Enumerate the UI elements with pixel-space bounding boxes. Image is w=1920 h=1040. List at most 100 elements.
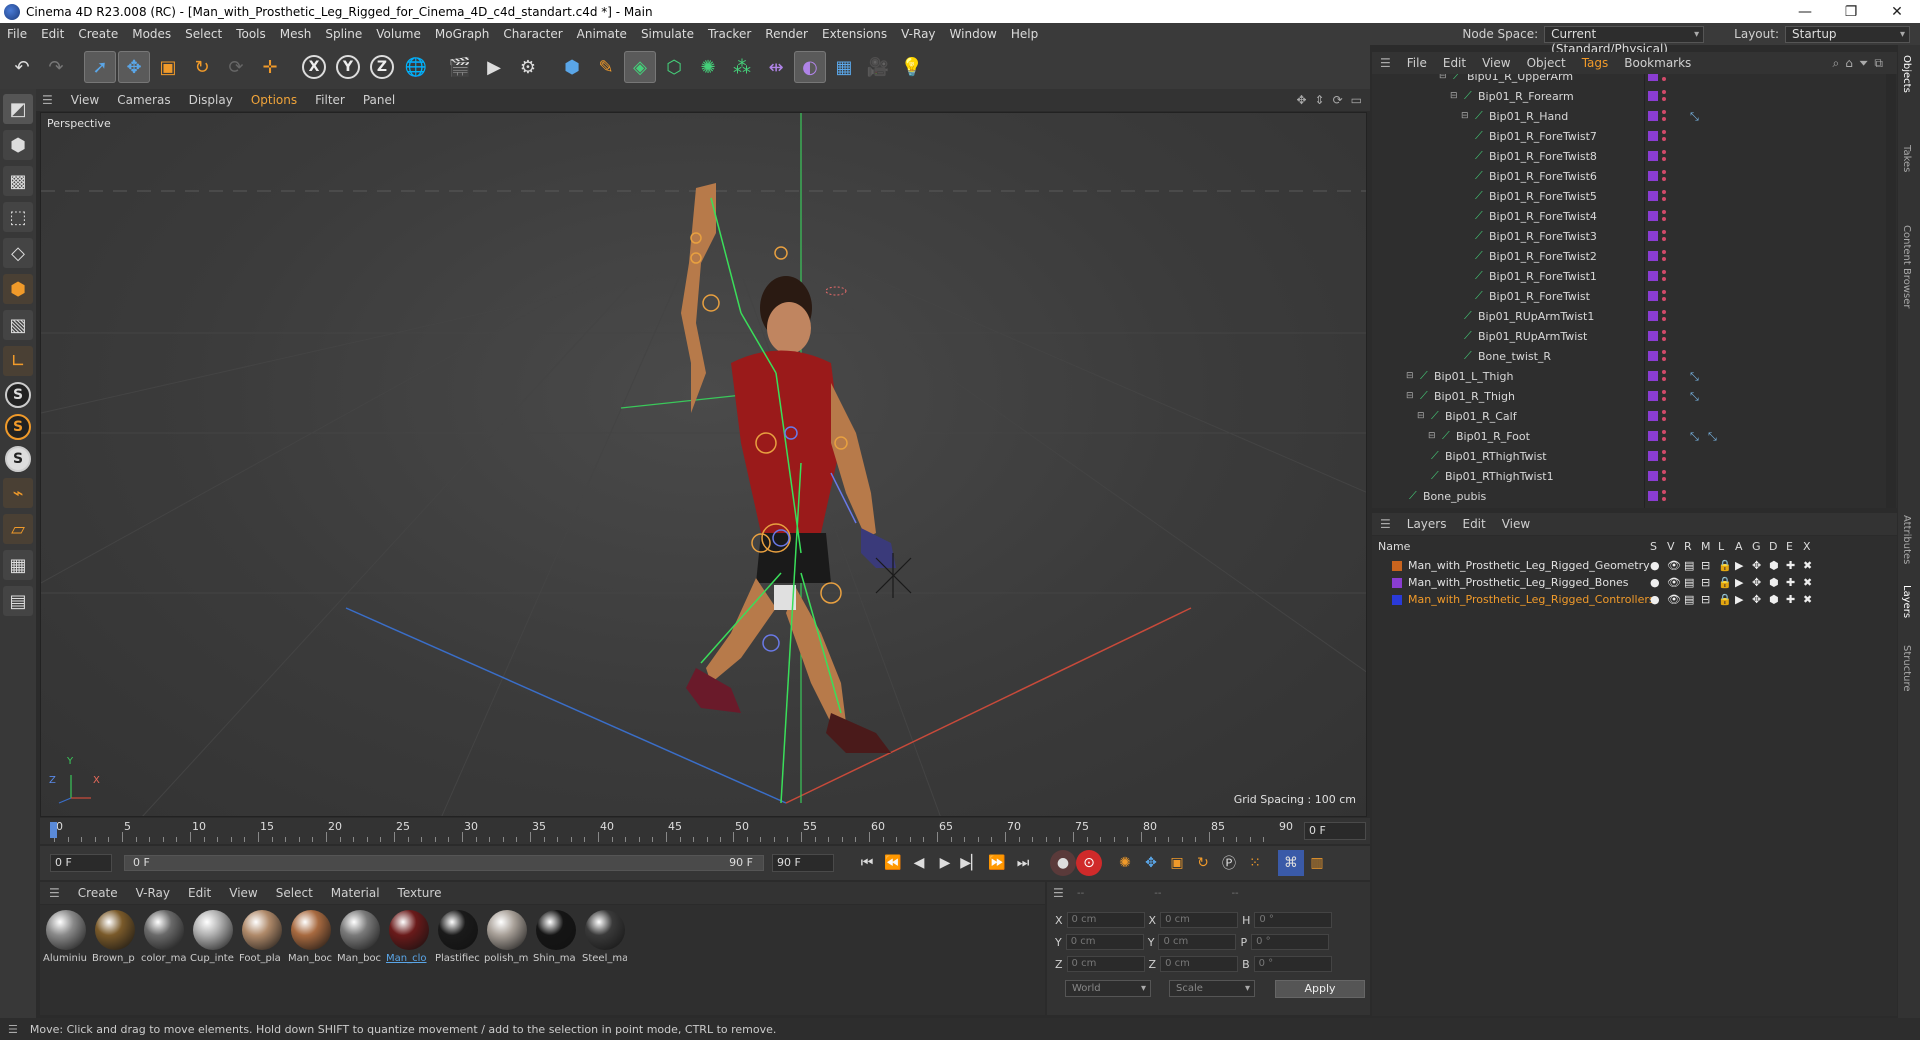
viewport-rotate-icon[interactable]: ⟳ — [1333, 93, 1343, 107]
pen-spline-icon[interactable]: ✎ — [590, 51, 622, 83]
material-swatch[interactable]: Aluminiu — [43, 908, 88, 1012]
object-tree-row[interactable]: ⟋ Bip01_RThighTwist — [1372, 446, 1882, 466]
layer-color-swatch[interactable] — [1392, 578, 1402, 588]
start-frame-field[interactable]: 0 F — [50, 854, 112, 872]
render-dot-icon[interactable] — [1662, 377, 1666, 381]
next-frame-icon[interactable]: ▶▏ — [958, 850, 984, 876]
expand-toggle-icon[interactable]: ⊟ — [1461, 111, 1469, 121]
render-dot-icon[interactable] — [1662, 217, 1666, 221]
solo-icon[interactable]: S — [5, 382, 31, 408]
objects-hamburger-icon[interactable]: ☰ — [1372, 56, 1399, 70]
extrude-generator-icon[interactable]: ⬡ — [658, 51, 690, 83]
menu-volume[interactable]: Volume — [369, 27, 428, 41]
coord-rot-p-field[interactable]: 0 ° — [1251, 934, 1330, 950]
coord-size-y-field[interactable]: 0 cm — [1158, 934, 1237, 950]
menu-create[interactable]: Create — [71, 27, 125, 41]
coord-size-z-field[interactable]: 0 cm — [1160, 956, 1239, 972]
render-dot-icon[interactable] — [1662, 317, 1666, 321]
visibility-dot-icon[interactable] — [1662, 450, 1666, 454]
render-view-icon[interactable]: 🎬 — [444, 51, 476, 83]
layer-generators-icon[interactable]: ✥ — [1752, 593, 1763, 606]
visibility-dot-icon[interactable] — [1662, 370, 1666, 374]
layer-animation-icon[interactable]: ▶ — [1735, 593, 1746, 606]
objects-scrollbar[interactable] — [1886, 74, 1896, 508]
go-to-end-icon[interactable]: ⏭ — [1010, 850, 1036, 876]
layer-animation-icon[interactable]: ▶ — [1735, 559, 1746, 572]
menu-mesh[interactable]: Mesh — [273, 27, 319, 41]
uv-mode-icon[interactable]: ▧ — [3, 310, 33, 340]
position-key-icon[interactable]: ✥ — [1138, 850, 1164, 876]
layer-animation-icon[interactable]: ▶ — [1735, 576, 1746, 589]
menu-edit[interactable]: Edit — [34, 27, 71, 41]
viewport-menu-display[interactable]: Display — [180, 93, 242, 107]
object-tree-row[interactable]: ⊟ ⟋ Bip01_R_Forearm — [1372, 86, 1882, 106]
layers-menu-edit[interactable]: Edit — [1454, 517, 1493, 531]
material-swatch[interactable]: Brown_p — [92, 908, 137, 1012]
move-tool-icon[interactable]: ✥ — [118, 51, 150, 83]
keyframe-selection-icon[interactable]: ✺ — [1112, 850, 1138, 876]
layers-menu-layers[interactable]: Layers — [1399, 517, 1455, 531]
light-icon[interactable]: 💡 — [896, 51, 928, 83]
material-swatch[interactable]: Man_boc — [288, 908, 333, 1012]
render-dot-icon[interactable] — [1662, 437, 1666, 441]
autokeying-icon[interactable]: ⊙ — [1076, 850, 1102, 876]
subdivision-surface-icon[interactable]: ◈ — [624, 51, 656, 83]
viewport-menu-options[interactable]: Options — [242, 93, 306, 107]
live-selection-icon[interactable]: ➚ — [84, 51, 116, 83]
rotation-key-icon[interactable]: ↻ — [1190, 850, 1216, 876]
object-tree-row[interactable]: ⟋ Bip01_RUpArmTwist1 — [1372, 306, 1882, 326]
material-menu-edit[interactable]: Edit — [179, 886, 220, 900]
layer-solo-icon[interactable]: ● — [1650, 593, 1661, 606]
visibility-dot-icon[interactable] — [1662, 350, 1666, 354]
parameter-key-icon[interactable]: Ⓟ — [1216, 850, 1242, 876]
ik-tag-icon[interactable]: ⤡ — [1690, 370, 1704, 383]
floor-object-icon[interactable]: ▦ — [828, 51, 860, 83]
objects-menu-tags[interactable]: Tags — [1574, 56, 1617, 70]
render-dot-icon[interactable] — [1662, 197, 1666, 201]
layer-deformers-icon[interactable]: ⬢ — [1769, 576, 1780, 589]
points-mode-icon[interactable]: ⬚ — [3, 202, 33, 232]
layer-row[interactable]: Man_with_Prosthetic_Leg_Rigged_Controlle… — [1372, 592, 1897, 609]
layer-render-icon[interactable]: ▤ — [1684, 576, 1695, 589]
side-tab[interactable]: Takes — [1901, 145, 1912, 172]
side-tab[interactable]: Attributes — [1901, 515, 1912, 564]
material-swatch[interactable]: Plastifiec — [435, 908, 480, 1012]
coord-rot-b-field[interactable]: 0 ° — [1253, 956, 1332, 972]
model-mode-icon[interactable]: ⬢ — [3, 130, 33, 160]
menu-modes[interactable]: Modes — [125, 27, 178, 41]
menu-extensions[interactable]: Extensions — [815, 27, 894, 41]
layer-lock-icon[interactable]: 🔒 — [1718, 593, 1732, 606]
visibility-dot-icon[interactable] — [1662, 290, 1666, 294]
layer-color-tag-icon[interactable] — [1648, 371, 1658, 381]
material-menu-select[interactable]: Select — [267, 886, 322, 900]
menu-tracker[interactable]: Tracker — [701, 27, 758, 41]
x-axis-lock-icon[interactable]: X — [298, 51, 330, 83]
material-menu-view[interactable]: View — [220, 886, 266, 900]
layer-color-tag-icon[interactable] — [1648, 431, 1658, 441]
redo-icon[interactable]: ↷ — [40, 51, 72, 83]
layer-color-tag-icon[interactable] — [1648, 171, 1658, 181]
visibility-dot-icon[interactable] — [1662, 230, 1666, 234]
side-tab[interactable]: Objects — [1901, 55, 1912, 93]
expand-toggle-icon[interactable]: ⊟ — [1450, 91, 1458, 101]
viewport-menu-cameras[interactable]: Cameras — [108, 93, 179, 107]
layer-color-tag-icon[interactable] — [1648, 491, 1658, 501]
layer-render-icon[interactable]: ▤ — [1684, 593, 1695, 606]
record-active-objects-icon[interactable]: ● — [1050, 850, 1076, 876]
coord-pos-z-field[interactable]: 0 cm — [1066, 956, 1145, 972]
point-level-animation-icon[interactable]: ⁙ — [1242, 850, 1268, 876]
visibility-dot-icon[interactable] — [1662, 270, 1666, 274]
scale-key-icon[interactable]: ▣ — [1164, 850, 1190, 876]
layer-color-swatch[interactable] — [1392, 595, 1402, 605]
side-tab[interactable]: Layers — [1901, 585, 1912, 618]
render-dot-icon[interactable] — [1662, 257, 1666, 261]
previous-key-icon[interactable]: ⏪ — [880, 850, 906, 876]
objects-menu-view[interactable]: View — [1474, 56, 1518, 70]
layer-visible-icon[interactable]: 👁 — [1667, 559, 1681, 572]
render-dot-icon[interactable] — [1662, 237, 1666, 241]
object-tree-row[interactable]: ⟋ Bip01_R_ForeTwist8 — [1372, 146, 1882, 166]
viewport-maximize-icon[interactable]: ▭ — [1351, 93, 1362, 107]
layout-dropdown[interactable]: Startup — [1785, 25, 1910, 43]
viewport-menu-panel[interactable]: Panel — [354, 93, 404, 107]
visibility-dot-icon[interactable] — [1662, 150, 1666, 154]
